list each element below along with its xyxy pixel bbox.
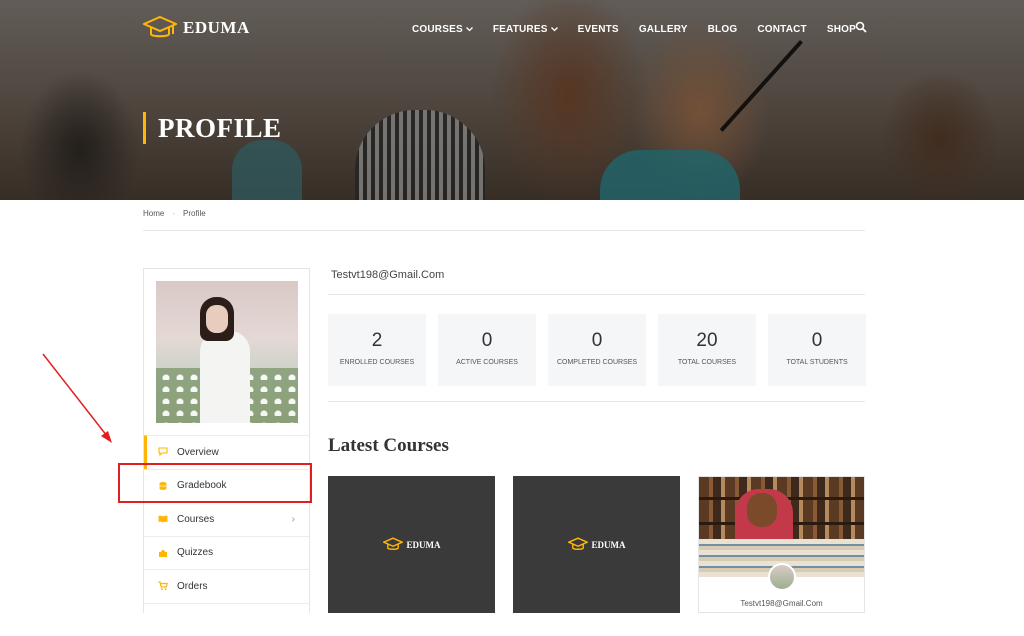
breadcrumb: Home - Profile [143,209,865,231]
divider [328,294,865,295]
instructor-avatar[interactable] [768,563,796,591]
course-card[interactable]: Testvt198@Gmail.Com [698,476,865,613]
stat-value: 20 [658,330,756,352]
nav-label: BLOG [708,24,738,35]
avatar-photo-detail [206,305,228,333]
stat-label: ENROLLED COURSES [328,358,426,368]
stat-value: 2 [328,330,426,352]
profile-avatar [156,281,298,423]
course-card[interactable]: EDUMA [513,476,680,613]
profile-sidebar: Overview Gradebook Courses › Quizzes Ord… [143,268,310,613]
instructor-email[interactable]: Testvt198@Gmail.Com [699,599,864,608]
breadcrumb-current: Profile [183,209,206,230]
main-nav: COURSES FEATURES EVENTS GALLERY BLOG CON… [402,22,866,36]
profile-email: Testvt198@Gmail.Com [331,269,444,281]
nav-label: EVENTS [578,24,619,35]
stat-label: TOTAL STUDENTS [768,358,866,368]
graduation-cap-icon [383,537,403,552]
nav-blog[interactable]: BLOG [698,22,748,36]
stat-enrolled-courses: 2 ENROLLED COURSES [328,314,426,386]
course-thumbnail-logo: EDUMA [568,537,626,552]
course-logo-text: EDUMA [407,540,441,550]
puzzle-icon [158,548,168,558]
graduation-cap-icon [143,15,177,41]
profile-stats: 2 ENROLLED COURSES 0 ACTIVE COURSES 0 CO… [328,314,866,386]
page-title-block: PROFILE [143,112,282,144]
stat-label: TOTAL COURSES [658,358,756,368]
nav-label: GALLERY [639,24,688,35]
chevron-down-icon [466,27,473,32]
nav-label: COURSES [412,24,463,35]
menu-item-courses[interactable]: Courses › [144,502,309,536]
nav-label: CONTACT [757,24,807,35]
breadcrumb-separator: - [172,209,175,230]
menu-item-orders[interactable]: Orders [144,569,309,603]
stat-value: 0 [438,330,536,352]
stat-active-courses: 0 ACTIVE COURSES [438,314,536,386]
cart-icon [158,581,168,591]
thumbnail-detail [747,493,777,527]
stat-value: 0 [768,330,866,352]
avatar-photo-detail [200,331,250,423]
course-thumbnail-logo: EDUMA [383,537,441,552]
chevron-right-icon: › [292,514,295,525]
nav-label: SHOP [827,24,856,35]
nav-label: FEATURES [493,24,548,35]
logo-text: EDUMA [183,18,250,38]
stat-total-students: 0 TOTAL STUDENTS [768,314,866,386]
menu-label: Courses [177,514,214,525]
course-card[interactable]: EDUMA [328,476,495,613]
page-title: PROFILE [158,112,282,144]
divider [328,401,865,402]
book-icon [158,514,168,524]
nav-features[interactable]: FEATURES [483,22,568,36]
breadcrumb-home[interactable]: Home [143,209,164,230]
stat-label: COMPLETED COURSES [548,358,646,368]
nav-contact[interactable]: CONTACT [747,22,817,36]
search-icon[interactable] [855,21,867,33]
stat-total-courses: 20 TOTAL COURSES [658,314,756,386]
latest-courses-heading: Latest Courses [328,435,449,457]
stat-completed-courses: 0 COMPLETED COURSES [548,314,646,386]
menu-label: Quizzes [177,547,213,558]
hero-banner: EDUMA COURSES FEATURES EVENTS GALLERY BL… [0,0,1024,200]
stat-label: ACTIVE COURSES [438,358,536,368]
site-logo[interactable]: EDUMA [143,15,250,41]
chevron-down-icon [551,27,558,32]
chat-icon [158,447,168,457]
course-thumbnail [699,477,864,577]
graduation-cap-icon [568,537,588,552]
menu-item-quizzes[interactable]: Quizzes [144,536,309,570]
menu-item-divider [144,603,309,636]
course-logo-text: EDUMA [592,540,626,550]
nav-courses[interactable]: COURSES [402,22,483,36]
highlight-box [118,463,312,503]
nav-events[interactable]: EVENTS [568,22,629,36]
nav-gallery[interactable]: GALLERY [629,22,698,36]
stat-value: 0 [548,330,646,352]
menu-label: Orders [177,581,208,592]
menu-label: Overview [177,447,219,458]
